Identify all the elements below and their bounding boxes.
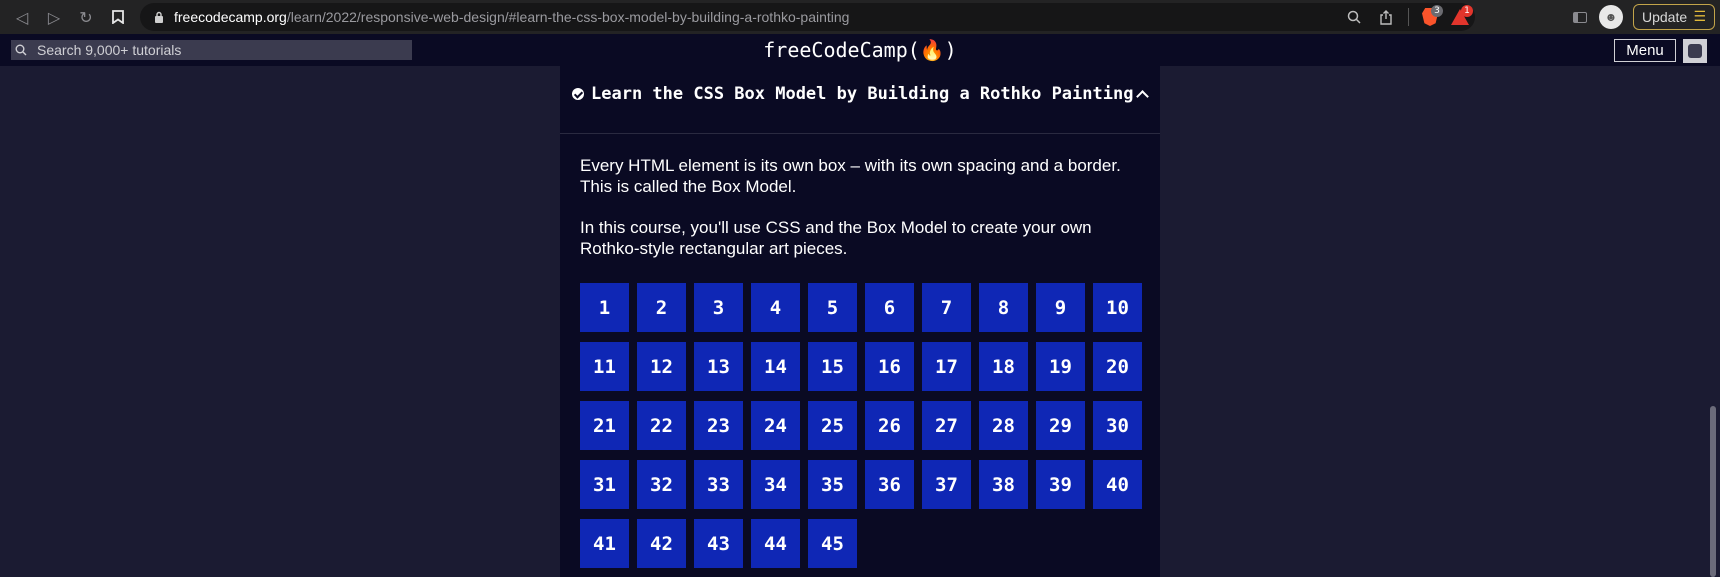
lock-icon [150,11,168,23]
search-bar[interactable] [11,40,412,60]
toolbar-divider [1408,8,1409,26]
reload-icon[interactable]: ↻ [70,0,102,34]
step-button[interactable]: 15 [808,342,857,391]
step-button[interactable]: 32 [637,460,686,509]
step-button[interactable]: 37 [922,460,971,509]
search-icon [11,44,31,56]
step-button[interactable]: 29 [1036,401,1085,450]
step-button[interactable]: 7 [922,283,971,332]
step-button[interactable]: 40 [1093,460,1142,509]
step-button[interactable]: 45 [808,519,857,568]
sidebar-toggle-icon[interactable] [1565,0,1595,34]
step-button[interactable]: 6 [865,283,914,332]
step-button[interactable]: 38 [979,460,1028,509]
check-circle-icon [572,88,584,100]
block-description-1: Every HTML element is its own box – with… [580,156,1121,196]
rewards-count-badge: 1 [1461,5,1473,17]
step-button[interactable]: 28 [979,401,1028,450]
url-path: /learn/2022/responsive-web-design/#learn… [286,9,850,25]
step-button[interactable]: 19 [1036,342,1085,391]
browser-toolbar: ◁ ▷ ↻ freecodecamp.org/learn/2022/respon… [0,0,1720,34]
search-input[interactable] [37,42,397,58]
step-button[interactable]: 12 [637,342,686,391]
address-bar[interactable]: freecodecamp.org/learn/2022/responsive-w… [140,3,1475,31]
shields-count-badge: 3 [1431,5,1443,17]
step-button[interactable]: 17 [922,342,971,391]
profile-avatar-icon[interactable]: ☻ [1599,5,1623,29]
block-header[interactable]: Learn the CSS Box Model by Building a Ro… [560,66,1160,134]
step-button[interactable]: 43 [694,519,743,568]
step-button[interactable]: 18 [979,342,1028,391]
step-button[interactable]: 25 [808,401,857,450]
step-button[interactable]: 16 [865,342,914,391]
step-button[interactable]: 23 [694,401,743,450]
step-button[interactable]: 21 [580,401,629,450]
menu-button[interactable]: Menu [1614,39,1676,62]
url-host: freecodecamp.org [174,9,287,25]
step-button[interactable]: 31 [580,460,629,509]
step-button[interactable]: 5 [808,283,857,332]
step-button[interactable]: 9 [1036,283,1085,332]
hamburger-icon: ☰ [1693,9,1706,25]
user-avatar[interactable] [1683,39,1707,63]
url-text: freecodecamp.org/learn/2022/responsive-w… [174,9,849,25]
robot-avatar-icon [1688,44,1702,58]
step-button[interactable]: 4 [751,283,800,332]
step-grid: 1 2 3 4 5 6 7 8 9 10 11 12 13 14 15 16 17 18 19 20 21 22 23 24 2… [580,283,1155,568]
step-button[interactable]: 24 [751,401,800,450]
step-button[interactable]: 34 [751,460,800,509]
zoom-icon[interactable] [1338,3,1370,31]
step-button[interactable]: 2 [637,283,686,332]
scrollbar-thumb[interactable] [1710,406,1716,577]
site-navbar: freeCodeCamp(🔥) Menu [0,34,1720,66]
step-button[interactable]: 27 [922,401,971,450]
chevron-up-icon[interactable] [1137,89,1147,99]
step-button[interactable]: 44 [751,519,800,568]
brave-shields-icon[interactable]: 3 [1415,3,1445,31]
step-button[interactable]: 3 [694,283,743,332]
step-button[interactable]: 22 [637,401,686,450]
bookmark-icon[interactable] [102,0,134,34]
update-button[interactable]: Update ☰ [1633,4,1715,30]
block-description-2: In this course, you'll use CSS and the B… [580,218,1092,258]
forward-icon[interactable]: ▷ [38,0,70,34]
step-button[interactable]: 8 [979,283,1028,332]
step-button[interactable]: 14 [751,342,800,391]
step-button[interactable]: 26 [865,401,914,450]
step-button[interactable]: 42 [637,519,686,568]
step-button[interactable]: 11 [580,342,629,391]
step-button[interactable]: 41 [580,519,629,568]
step-button[interactable]: 35 [808,460,857,509]
course-block-panel: Learn the CSS Box Model by Building a Ro… [560,66,1160,577]
step-button[interactable]: 36 [865,460,914,509]
step-button[interactable]: 33 [694,460,743,509]
back-icon[interactable]: ◁ [6,0,38,34]
step-button[interactable]: 10 [1093,283,1142,332]
update-label: Update [1642,9,1688,25]
block-title[interactable]: Learn the CSS Box Model by Building a Ro… [591,84,1133,104]
step-button[interactable]: 39 [1036,460,1085,509]
brave-rewards-icon[interactable]: 1 [1445,3,1475,31]
step-button[interactable]: 1 [580,283,629,332]
share-icon[interactable] [1370,3,1402,31]
step-button[interactable]: 20 [1093,342,1142,391]
step-button[interactable]: 13 [694,342,743,391]
step-button[interactable]: 30 [1093,401,1142,450]
